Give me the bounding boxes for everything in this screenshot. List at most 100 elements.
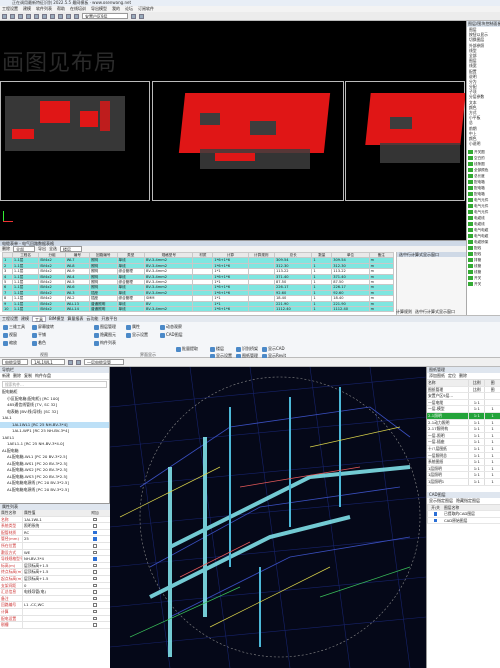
property-value[interactable]: 25	[22, 536, 90, 542]
batch-extract-button[interactable]: 批量提取	[176, 346, 198, 352]
property-value[interactable]	[22, 542, 90, 549]
legend-item[interactable]: 开关	[467, 281, 500, 287]
pick-icon[interactable]	[68, 359, 73, 365]
shading-button[interactable]: 着色	[32, 340, 46, 346]
table-cell[interactable]: 普通照明	[88, 306, 118, 313]
rotate-button[interactable]: 屏幕旋转	[32, 324, 54, 330]
type-select[interactable]: 电缆导管	[2, 359, 28, 365]
table-cell[interactable]: 10	[2, 306, 13, 313]
attach-checkbox[interactable]	[93, 557, 97, 561]
copy-button[interactable]: 复制	[24, 373, 32, 379]
hide-element-button[interactable]: 隐藏图元	[94, 332, 116, 338]
table-cell[interactable]: BV-3-4mm2	[144, 306, 194, 313]
property-value[interactable]: RC	[22, 529, 90, 536]
layer-checkbox[interactable]	[433, 512, 438, 516]
drawing-row[interactable]: 2-1动力照明 1:1 1	[427, 419, 500, 427]
undo-icon[interactable]	[26, 13, 31, 19]
drawing-row[interactable]: 1层照明 1:1 1	[427, 472, 500, 479]
attach-checkbox[interactable]	[93, 517, 97, 522]
table-cell[interactable]: m	[368, 306, 395, 313]
select-icon[interactable]	[58, 13, 63, 19]
properties-button[interactable]: 属性	[126, 324, 140, 330]
recognize-tray-button[interactable]: 识别桥架	[236, 346, 258, 352]
property-value[interactable]: 层顶标高+1.5	[22, 569, 90, 575]
hide-layer-button[interactable]: 隐藏指定图层	[456, 498, 480, 504]
property-row[interactable]: 导线规格型号 NH-BV-3*4	[0, 556, 110, 563]
drawing-row[interactable]: 2-1照明 1:1 1	[427, 412, 500, 420]
attach-checkbox[interactable]	[93, 550, 97, 555]
attach-checkbox[interactable]	[93, 537, 97, 541]
floor-button[interactable]: 楼层	[210, 346, 224, 352]
component-select[interactable]: 1AL1WL1	[31, 359, 65, 365]
property-value[interactable]	[22, 595, 90, 602]
table-cell[interactable]: BV4x2	[38, 306, 66, 313]
zoom-button[interactable]: 缩放	[3, 340, 17, 346]
component-list-button[interactable]: 构件列表	[94, 340, 116, 346]
save-component-button[interactable]: 构件存盘	[35, 373, 51, 379]
tree-item[interactable]: AL配电箱电源线 [PC 20 BV-3*2.5]	[0, 487, 109, 494]
grid-icon[interactable]	[66, 13, 71, 19]
drawing-row[interactable]: 一层-模型 1:1 1	[427, 406, 500, 413]
property-row[interactable]: 管径(mm) 25	[0, 536, 110, 543]
property-row[interactable]: 系统类型 照明系统	[0, 523, 110, 530]
search-input[interactable]: 搜索构件...	[2, 381, 107, 388]
drawing-row[interactable]: 安置户区9层...	[427, 393, 500, 400]
redo-icon[interactable]	[34, 13, 39, 19]
measure-icon[interactable]	[74, 13, 79, 19]
table-cell[interactable]: 1112.40	[331, 306, 370, 313]
property-value[interactable]: L1 -CC,WC	[22, 602, 90, 608]
save-icon[interactable]	[18, 13, 23, 19]
property-value[interactable]	[22, 622, 90, 628]
attach-checkbox[interactable]	[93, 616, 97, 621]
drawing-row[interactable]: 一层照明总 1:1 1	[427, 452, 500, 460]
property-row[interactable]: 敷设方式 WE	[0, 549, 110, 557]
new-button[interactable]: 新建	[2, 373, 10, 379]
remove-drawing-button[interactable]: 删除	[459, 373, 467, 379]
delete-component-button[interactable]: 删除	[13, 373, 21, 379]
drawing-row[interactable]: 2-17照明构 1:1 1	[427, 426, 500, 433]
drawing-row[interactable]: 1层照明 1:1 1	[427, 465, 500, 473]
layer-checkbox[interactable]	[433, 518, 438, 523]
drawing-row[interactable]: 1层照明1 1:1 1	[427, 478, 500, 486]
cad-canvas-3d[interactable]	[110, 367, 426, 668]
cad-layer-row[interactable]: 已提取的CAD图层	[427, 511, 500, 518]
layer-manage-button[interactable]: 图层管理	[94, 324, 116, 330]
new-icon[interactable]	[2, 13, 7, 19]
property-row[interactable]: 支架间距 0	[0, 582, 110, 590]
attach-checkbox[interactable]	[93, 603, 97, 607]
add-drawing-button[interactable]: 添加图纸	[429, 373, 445, 379]
property-row[interactable]: 剔槽	[0, 622, 110, 629]
attach-checkbox[interactable]	[93, 530, 97, 535]
property-row[interactable]: 起点标高(m) 层顶标高+1.5	[0, 575, 110, 583]
property-row[interactable]: 名称 1AL1WL1	[0, 516, 110, 524]
attach-checkbox[interactable]	[93, 590, 97, 594]
display-settings-button[interactable]: 显示设置	[126, 332, 148, 338]
pan-icon[interactable]	[50, 13, 55, 19]
drawing-row[interactable]: 图纸管理 比例图	[427, 386, 500, 394]
table-row[interactable]: 10 1-1层 BV4x2 WLL14 普通照明 单线 BV-3-4mm2 1*6+1*6 11…	[2, 306, 395, 313]
filter-icon[interactable]	[76, 359, 81, 365]
table-cell[interactable]: 单线	[116, 306, 146, 313]
table-cell[interactable]: 1	[311, 306, 333, 313]
property-value[interactable]	[22, 608, 90, 615]
orbit-button[interactable]: 动态观察	[160, 324, 182, 330]
locate-button[interactable]: 定位	[448, 373, 456, 379]
show-cad-button[interactable]: 显示CAD	[262, 346, 285, 352]
table-cell[interactable]: 1112.40	[273, 306, 313, 313]
table-cell[interactable]	[247, 306, 275, 313]
property-row[interactable]: 回路编号 L1 -CC,WC	[0, 602, 110, 609]
viewport-button[interactable]: 视窗	[3, 332, 17, 338]
floor-select[interactable]: 安置户区9层	[82, 13, 128, 19]
property-value[interactable]: 1AL1WL1	[22, 516, 90, 523]
attach-checkbox[interactable]	[93, 524, 97, 528]
property-value[interactable]: 层顶标高+1.5	[22, 575, 90, 582]
drawing-row[interactable]: 一层-插座 1:1 1	[427, 439, 500, 446]
drawing-row[interactable]: 系统图纸 1:1 1	[427, 459, 500, 466]
property-row[interactable]: 配管材质 RC	[0, 529, 110, 537]
drawing-row[interactable]: 一层电缆 1:1	[427, 399, 500, 407]
table-cell[interactable]: 1-1层	[11, 306, 40, 313]
property-value[interactable]: 0	[22, 582, 90, 589]
table-cell[interactable]	[192, 306, 214, 313]
property-value[interactable]: 电线导管(电)	[22, 589, 90, 595]
cad-canvas-top[interactable]: 画图见布局	[0, 21, 465, 240]
